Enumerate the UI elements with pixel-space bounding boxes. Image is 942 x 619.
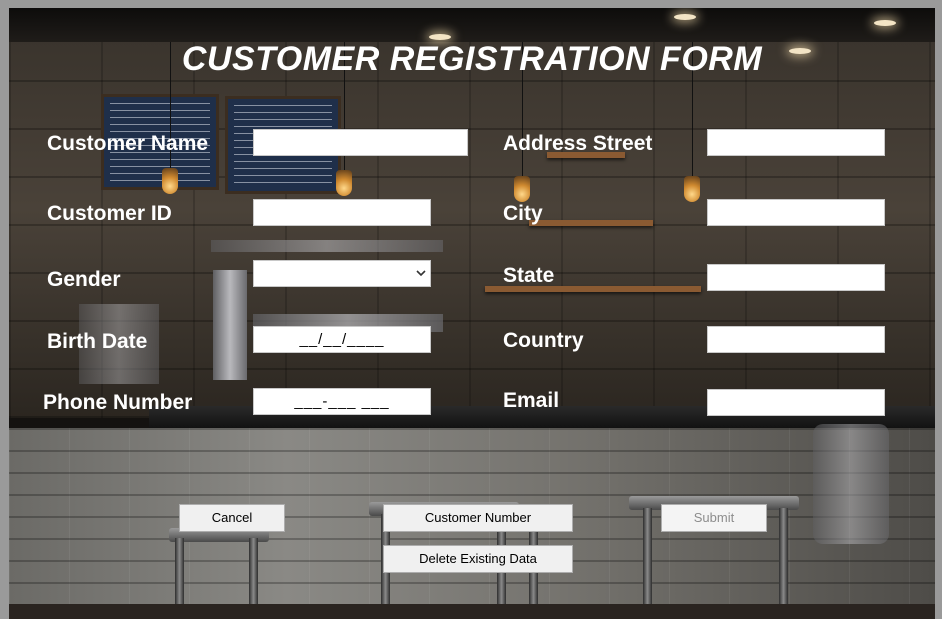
registration-form: CUSTOMER REGISTRATION FORM Customer Name… xyxy=(9,8,935,619)
pendant-lamp xyxy=(514,176,530,202)
email-label: Email xyxy=(503,389,560,412)
chevron-down-icon[interactable] xyxy=(416,265,426,280)
floor xyxy=(9,604,935,619)
espresso-machine xyxy=(213,270,247,380)
customer-name-label: Customer Name xyxy=(47,132,209,155)
ceiling-light xyxy=(674,14,696,20)
customer-id-label: Customer ID xyxy=(47,202,172,225)
city-label: City xyxy=(503,202,543,225)
birth-date-label: Birth Date xyxy=(47,330,148,353)
form-title: CUSTOMER REGISTRATION FORM xyxy=(181,40,763,78)
cancel-button[interactable]: Cancel xyxy=(179,504,285,532)
customer-name-input[interactable] xyxy=(253,129,468,156)
submit-button[interactable]: Submit xyxy=(661,504,767,532)
customer-id-input[interactable] xyxy=(253,199,431,226)
window-frame: CUSTOMER REGISTRATION FORM Customer Name… xyxy=(0,0,942,619)
delete-existing-data-button[interactable]: Delete Existing Data xyxy=(383,545,573,573)
address-street-label: Address Street xyxy=(503,132,653,155)
gender-dropdown[interactable] xyxy=(253,260,431,287)
country-input[interactable] xyxy=(707,326,885,353)
pendant-lamp xyxy=(684,176,700,202)
gender-label: Gender xyxy=(47,268,121,291)
state-label: State xyxy=(503,264,555,287)
state-input[interactable] xyxy=(707,264,885,291)
espresso-machine xyxy=(211,240,443,252)
birth-date-input[interactable]: __/__/____ xyxy=(253,326,431,353)
country-label: Country xyxy=(503,329,584,352)
wall-shelf xyxy=(529,220,653,226)
pendant-lamp xyxy=(162,168,178,194)
glass-jar xyxy=(813,424,889,544)
customer-number-button[interactable]: Customer Number xyxy=(383,504,573,532)
phone-number-label: Phone Number xyxy=(43,391,193,414)
city-input[interactable] xyxy=(707,199,885,226)
bar-stool-leg xyxy=(643,508,652,618)
address-street-input[interactable] xyxy=(707,129,885,156)
background-ceiling xyxy=(9,8,935,42)
email-input[interactable] xyxy=(707,389,885,416)
phone-number-input[interactable]: ___-___ ___ xyxy=(253,388,431,415)
ceiling-light xyxy=(874,20,896,26)
pendant-lamp xyxy=(336,170,352,196)
bar-stool-leg xyxy=(779,508,788,618)
